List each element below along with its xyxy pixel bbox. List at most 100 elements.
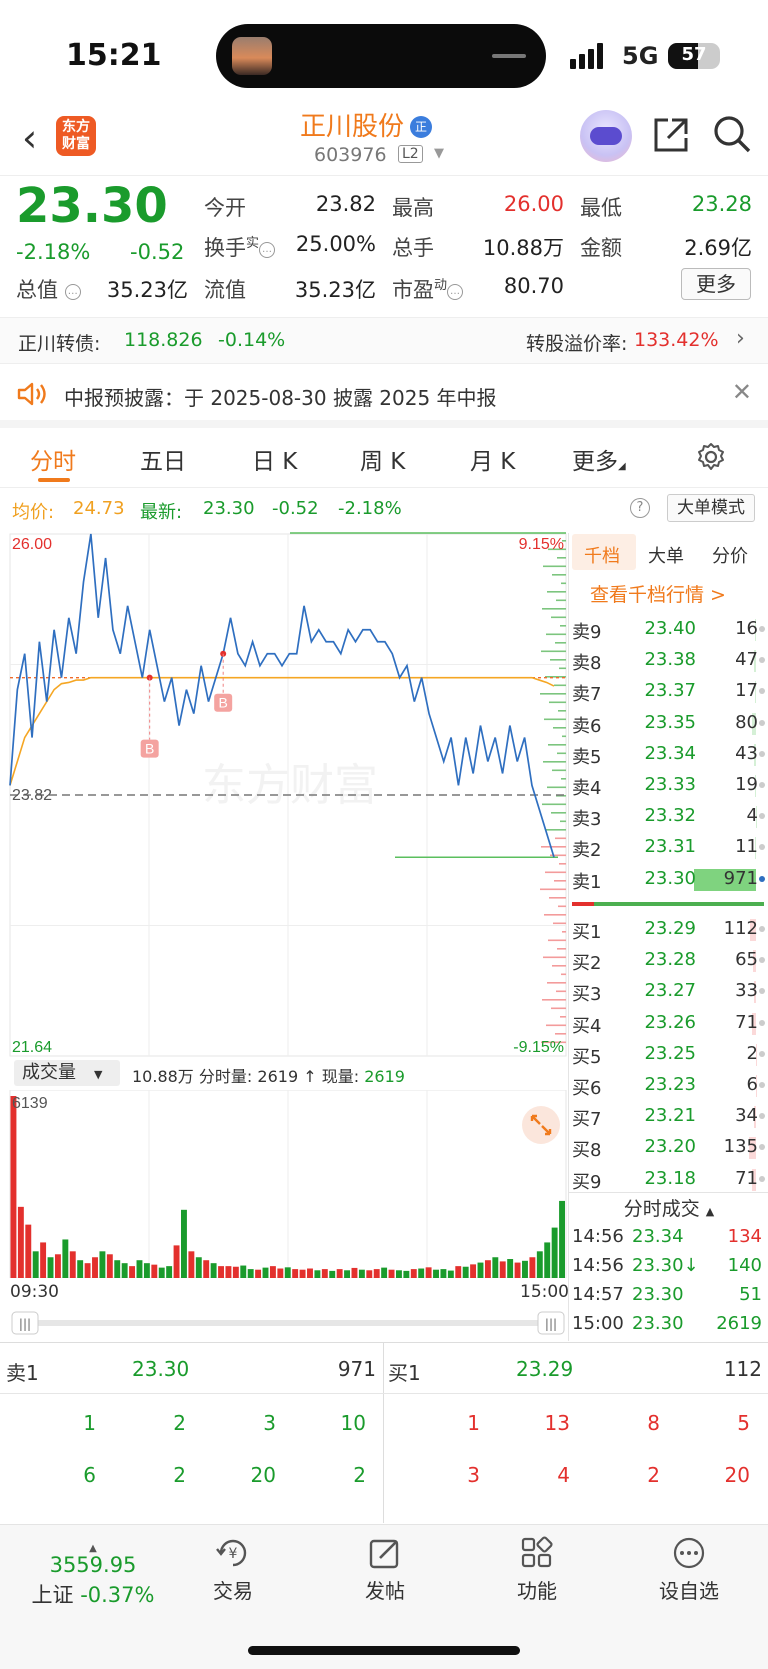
ask-row[interactable]: 卖4 23.33 19 — [570, 770, 768, 800]
intraday-chart[interactable]: 东方财富 B B 26.00 23.82 21.64 9.15% -9.15% — [0, 530, 570, 1060]
indicator-selector[interactable]: 成交量 ▼ — [14, 1060, 120, 1086]
volume-bar — [329, 1270, 336, 1278]
volume-bar — [507, 1259, 514, 1278]
bid-row[interactable]: 买5 23.25 2 — [570, 1039, 768, 1069]
orderbook-tabs: 千档 大单 分价 — [570, 533, 768, 573]
volume-bar — [388, 1269, 395, 1278]
now-playing-thumbnail — [232, 37, 272, 75]
volume-bar — [203, 1260, 210, 1278]
tab-five-day[interactable]: 五日 — [140, 442, 186, 476]
level-qty: 71 — [735, 1011, 758, 1033]
logo-text-1: 东方 — [62, 119, 90, 135]
level-qty: 112 — [723, 918, 758, 939]
ask-row[interactable]: 卖2 23.31 11 — [570, 832, 768, 862]
volume-chart[interactable]: 6139 — [0, 1090, 570, 1278]
turnover-value: 25.00% — [295, 232, 376, 256]
back-icon[interactable]: ‹ — [22, 116, 37, 160]
nav-post[interactable]: 发帖 — [340, 1535, 430, 1604]
convertible-bond-bar[interactable]: 正川转债: 118.826 -0.14% 转股溢价率: 133.42% › — [0, 318, 768, 364]
tab-intraday[interactable]: 分时 — [30, 442, 76, 476]
level-dot — [759, 1175, 765, 1182]
bid-row[interactable]: 买9 23.18 71 — [570, 1164, 768, 1194]
time-scrollbar[interactable]: ||| ||| — [10, 1310, 566, 1336]
ask-row[interactable]: 卖8 23.38 47 — [570, 645, 768, 675]
nav-watchlist[interactable]: 设自选 — [644, 1535, 734, 1604]
ask-row[interactable]: 卖1 23.30 971 — [570, 864, 768, 894]
ask-row[interactable]: 卖7 23.37 17 — [570, 676, 768, 706]
depth-tick — [557, 948, 566, 950]
stock-title[interactable]: 正川股份正 — [300, 106, 470, 143]
volume-bar — [143, 1263, 150, 1278]
volume-bar — [455, 1266, 462, 1278]
nav-trade[interactable]: ¥ 交易 — [188, 1535, 278, 1604]
ask-row[interactable]: 卖6 23.35 80 — [570, 708, 768, 738]
level-badge[interactable]: L2 — [398, 145, 423, 163]
volume-bar — [499, 1261, 506, 1278]
volume-bar — [247, 1269, 254, 1278]
share-icon[interactable] — [652, 116, 690, 154]
chevron-down-icon[interactable]: ▼ — [434, 146, 444, 161]
bid-row[interactable]: 买7 23.21 34 — [570, 1101, 768, 1131]
tab-daily-k[interactable]: 日 K — [252, 442, 297, 476]
expand-icon[interactable] — [522, 1106, 560, 1144]
tab-weekly-k[interactable]: 周 K — [360, 442, 405, 476]
bid-row[interactable]: 买3 23.27 33 — [570, 976, 768, 1006]
stock-code: 603976 — [314, 144, 387, 166]
status-bar: 15:21 5G 57 — [0, 0, 768, 100]
level-price: 23.21 — [644, 1105, 696, 1127]
index-ticker[interactable]: ▲ 3559.95 上证 -0.37% — [18, 1543, 168, 1609]
volume-total: 10.88万 — [132, 1067, 194, 1086]
ask-row[interactable]: 卖9 23.40 16 — [570, 614, 768, 644]
info-icon[interactable]: … — [447, 284, 464, 300]
trades-title[interactable]: 分时成交 ▲ — [570, 1194, 768, 1221]
gear-icon[interactable] — [696, 442, 726, 472]
close-icon[interactable]: ✕ — [732, 378, 752, 406]
tab-depth[interactable]: 千档 — [584, 542, 620, 568]
bid-row[interactable]: 买2 23.28 65 — [570, 945, 768, 975]
trades-title-text: 分时成交 — [623, 1198, 700, 1220]
bid-row[interactable]: 买6 23.23 6 — [570, 1070, 768, 1100]
ask-row[interactable]: 卖3 23.32 4 — [570, 801, 768, 831]
volume-bar — [299, 1269, 306, 1278]
level-name: 卖6 — [572, 715, 602, 737]
tab-price-dist[interactable]: 分价 — [712, 542, 748, 568]
help-icon[interactable]: ? — [630, 498, 650, 518]
search-icon[interactable] — [712, 114, 752, 154]
tab-monthly-k[interactable]: 月 K — [470, 442, 515, 476]
view-depth-link[interactable]: 查看千档行情 > — [590, 580, 726, 607]
volume-bar — [284, 1267, 291, 1278]
trade-volume: 2619 — [716, 1313, 762, 1334]
nav-functions[interactable]: 功能 — [492, 1535, 582, 1604]
depth-tick — [560, 625, 566, 627]
volume-bar — [514, 1262, 521, 1278]
volume-bar — [344, 1270, 351, 1278]
level-dot — [759, 957, 765, 964]
bid-row[interactable]: 买1 23.29 112 — [570, 914, 768, 944]
ask-queue-order: 1 — [83, 1411, 96, 1435]
tab-more[interactable]: 更多◢ — [572, 442, 626, 476]
more-button[interactable]: 更多 — [681, 268, 751, 300]
bid-row[interactable]: 买4 23.26 71 — [570, 1008, 768, 1038]
info-icon[interactable]: … — [64, 284, 81, 300]
tab-big-orders[interactable]: 大单 — [648, 542, 684, 568]
depth-tick — [540, 693, 566, 695]
info-icon[interactable]: … — [259, 242, 276, 258]
bid-row[interactable]: 买8 23.20 135 — [570, 1132, 768, 1162]
float-value: 35.23亿 — [294, 278, 376, 302]
depth-tick — [544, 914, 566, 916]
ask-row[interactable]: 卖5 23.34 43 — [570, 739, 768, 769]
ai-assistant-icon[interactable] — [580, 110, 632, 162]
watermark: 东方财富 — [202, 761, 378, 810]
bond-price: 118.826 — [124, 329, 203, 351]
level-price: 23.31 — [644, 836, 696, 858]
level-price: 23.37 — [644, 680, 696, 702]
notice-bar[interactable]: 中报预披露：于 2025-08-30 披露 2025 年中报 ✕ — [0, 364, 768, 428]
big-order-mode-button[interactable]: 大单模式 — [667, 494, 755, 522]
level-qty: 80 — [735, 711, 758, 733]
level-dot — [759, 1019, 765, 1026]
level-qty: 71 — [735, 1167, 758, 1189]
depth-tick — [541, 846, 566, 848]
depth-tick — [562, 735, 566, 738]
zheng-badge: 正 — [410, 116, 433, 138]
home-indicator — [248, 1646, 520, 1655]
